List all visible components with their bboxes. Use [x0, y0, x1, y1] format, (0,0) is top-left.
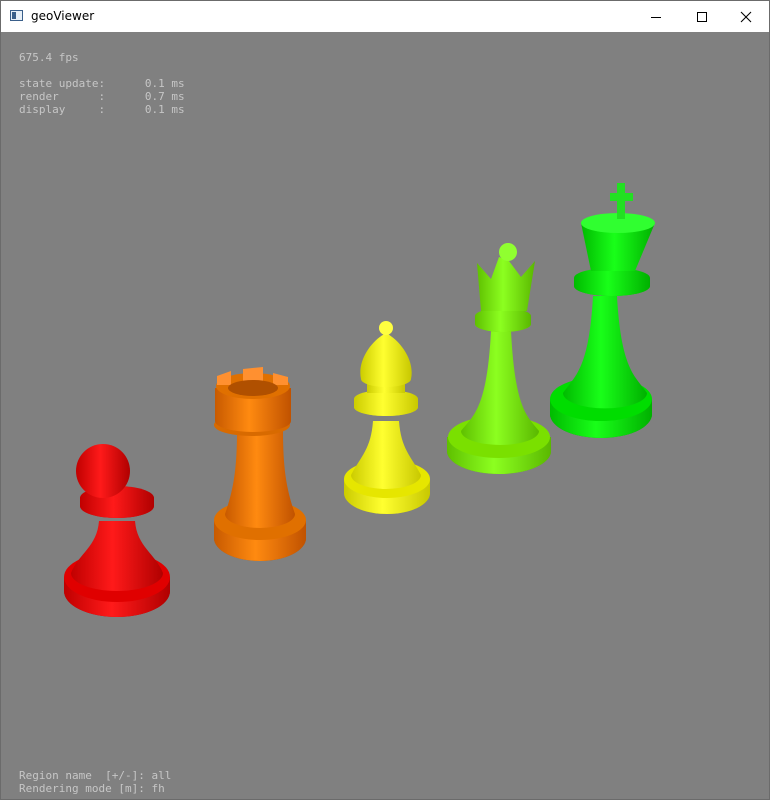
- minimize-icon: [651, 16, 661, 18]
- maximize-button[interactable]: [679, 1, 725, 32]
- status-value: fh: [151, 782, 165, 795]
- pawn-piece[interactable]: [64, 444, 170, 617]
- close-button[interactable]: [723, 1, 769, 32]
- status-label: Region name [+/-]:: [19, 769, 145, 782]
- timing-stats: state update: 0.1 ms render : 0.7 ms dis…: [19, 77, 185, 116]
- stat-label: display :: [19, 103, 106, 116]
- queen-piece[interactable]: [447, 243, 551, 474]
- close-icon: [740, 11, 752, 22]
- status-lines: Region name [+/-]: all Rendering mode [m…: [19, 769, 171, 795]
- stat-label: render :: [19, 90, 106, 103]
- stat-value: 0.7 ms: [144, 90, 185, 103]
- rook-piece[interactable]: [214, 367, 306, 561]
- stat-value: 0.1 ms: [144, 103, 185, 116]
- chess-scene: [64, 183, 655, 617]
- title-bar[interactable]: geoViewer: [1, 1, 769, 32]
- stat-label: state update:: [19, 77, 106, 90]
- minimize-button[interactable]: [633, 1, 679, 32]
- bishop-piece[interactable]: [344, 321, 430, 514]
- render-viewport[interactable]: 675.4 fps state update: 0.1 ms render : …: [1, 32, 769, 799]
- status-value: all: [151, 769, 172, 782]
- app-window: geoViewer 675.4 fps state update: 0.1 ms…: [0, 0, 770, 800]
- fps-readout: 675.4 fps: [19, 51, 79, 64]
- app-window-icon: [10, 10, 23, 21]
- window-title: geoViewer: [31, 9, 95, 23]
- stat-value: 0.1 ms: [144, 77, 185, 90]
- status-label: Rendering mode [m]:: [19, 782, 145, 795]
- king-piece[interactable]: [550, 183, 655, 438]
- maximize-icon: [697, 11, 707, 22]
